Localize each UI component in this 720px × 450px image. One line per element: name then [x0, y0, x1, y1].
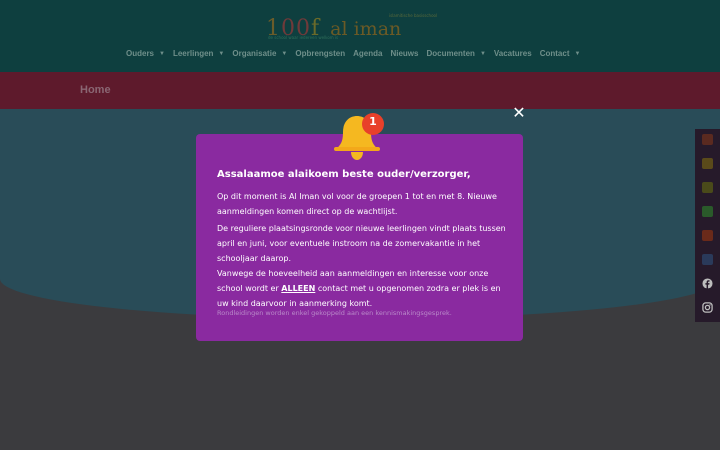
nav-label: Organisatie [232, 49, 277, 58]
chevron-down-icon: ▼ [218, 50, 225, 57]
popup-paragraph-placement: De reguliere plaatsingsronde voor nieuwe… [217, 224, 506, 263]
popup-title: Assalaamoe alaikoem beste ouder/verzorge… [217, 169, 471, 180]
nav-label: Vacatures [493, 49, 532, 58]
nav-item-documenten[interactable]: Documenten ▼ [426, 49, 485, 58]
notification-badge-count: 1 [369, 115, 377, 128]
nav-label: Documenten [426, 49, 475, 58]
nav-item-leerlingen[interactable]: Leerlingen ▼ [173, 49, 224, 58]
nav-label: Opbrengsten [295, 49, 346, 58]
popup-paragraph-contact: Vanwege de hoeveelheid aan aanmeldingen … [217, 266, 513, 311]
side-icon-bar [695, 129, 720, 322]
nav-label: Contact [539, 49, 570, 58]
nav-item-agenda[interactable]: Agenda [353, 49, 382, 58]
chevron-down-icon: ▼ [479, 50, 486, 57]
main-nav: Ouders ▼ Leerlingen ▼ Organisatie ▼ Opbreng… [126, 49, 588, 58]
chevron-down-icon: ▼ [159, 50, 165, 57]
popup-paragraph-tours: Rondleidingen worden enkel gekoppeld aan… [217, 309, 452, 317]
logo-brand-text: al iman [330, 18, 402, 40]
chevron-down-icon: ▼ [574, 50, 581, 57]
logo-subtitle: de school waar iedereen welkom is [268, 35, 339, 40]
nav-item-contact[interactable]: Contact ▼ [540, 49, 581, 58]
nav-item-ouders[interactable]: Ouders ▼ [126, 49, 165, 58]
instagram-icon[interactable] [702, 302, 713, 313]
notification-bell-icon [334, 113, 384, 160]
site-header: 100f al iman islamitische basisschool de… [0, 0, 720, 72]
nav-item-organisatie[interactable]: Organisatie ▼ [232, 49, 287, 58]
nav-item-opbrengsten[interactable]: Opbrengsten [295, 49, 345, 58]
popup-emphasis: ALLEEN [281, 284, 316, 293]
nav-label: Nieuws [390, 49, 419, 58]
nav-label: Ouders [126, 49, 155, 58]
popup-paragraph-capacity: Op dit moment is Al Iman vol voor de gro… [217, 192, 497, 216]
page-title-bar: Home [0, 72, 720, 109]
logo-tagline: islamitische basisschool [389, 13, 438, 18]
nav-label: Agenda [353, 49, 383, 58]
book-icon[interactable] [702, 206, 713, 217]
apple-icon[interactable] [702, 230, 713, 241]
nav-label: Leerlingen [172, 49, 214, 58]
flower-icon[interactable] [702, 158, 713, 169]
accessibility-icon[interactable] [702, 134, 713, 145]
chevron-down-icon: ▼ [281, 50, 288, 57]
sun-icon[interactable] [702, 182, 713, 193]
building-icon[interactable] [702, 254, 713, 265]
nav-item-nieuws[interactable]: Nieuws [390, 49, 418, 58]
page-title: Home [80, 84, 111, 96]
facebook-icon[interactable] [702, 278, 713, 289]
close-popup-button[interactable]: ✕ [510, 104, 528, 122]
nav-item-vacatures[interactable]: Vacatures [494, 49, 532, 58]
